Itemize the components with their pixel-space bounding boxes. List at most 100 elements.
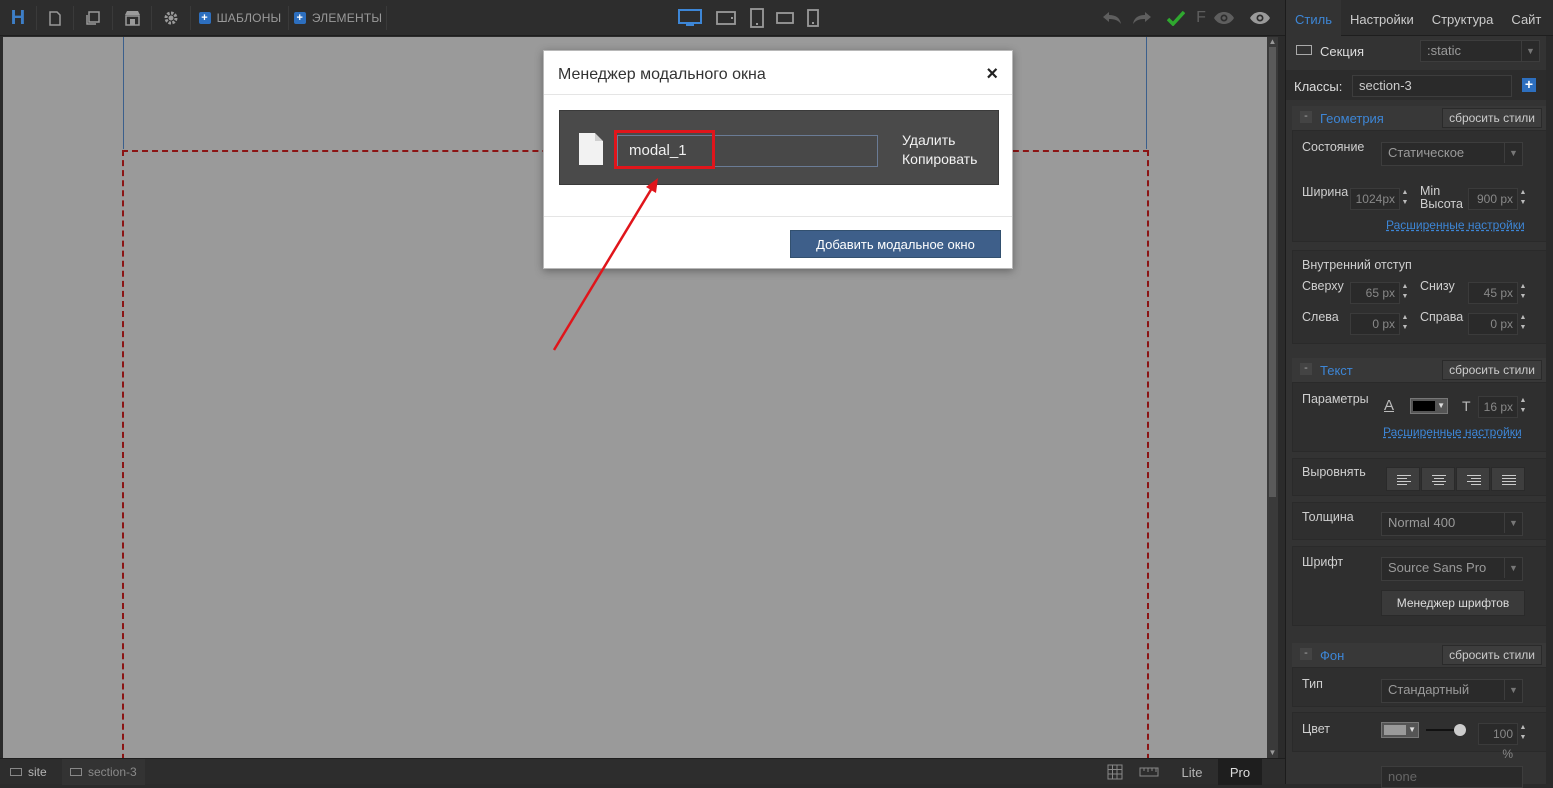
scroll-down-icon[interactable]: ▼ [1267,748,1278,758]
panel-scrollbar[interactable] [1546,36,1553,784]
eye-icon[interactable] [1246,0,1274,36]
class-input[interactable]: section-3 [1352,75,1512,97]
collapse-icon[interactable]: - [1300,363,1312,375]
width-stepper-icon[interactable]: ▲ ▼ [1400,188,1410,210]
gear-icon[interactable] [156,0,186,36]
breadcrumb-label: site [28,765,47,779]
min-height-stepper-icon[interactable]: ▲ ▼ [1518,188,1528,210]
geometry-header[interactable]: - Геометрия сбросить стили [1292,106,1548,130]
redo-icon[interactable] [1128,0,1156,36]
font-size-input[interactable]: 16 px [1478,396,1518,418]
state-select[interactable]: Статическое ▼ [1381,142,1523,166]
text-header[interactable]: - Текст сбросить стили [1292,358,1548,382]
weight-label: Толщина [1302,510,1354,524]
desktop-view-icon[interactable] [676,0,704,36]
min-height-input[interactable]: 900 px [1468,188,1518,210]
bottom-bar: site section-3 Lite Pro [0,758,1285,785]
modal-manager-dialog: Менеджер модального окна × modal_1 Удали… [543,50,1013,269]
stepper-icon[interactable]: ▲ ▼ [1518,396,1528,418]
font-select[interactable]: Source Sans Pro ▼ [1381,557,1523,581]
bg-type-label: Тип [1302,677,1323,691]
grid-icon[interactable] [1102,759,1128,785]
stepper-icon[interactable]: ▲ ▼ [1518,313,1528,335]
tab-structure[interactable]: Структура [1423,0,1503,36]
lite-mode-button[interactable]: Lite [1170,759,1214,785]
scroll-up-icon[interactable]: ▲ [1267,37,1278,47]
text-advanced-link[interactable]: Расширенные настройки [1383,425,1522,439]
tab-site[interactable]: Сайт [1502,0,1550,36]
stepper-icon[interactable]: ▲ ▼ [1518,723,1528,745]
padding-top-label: Сверху [1302,279,1344,293]
position-select[interactable]: :static ▼ [1420,40,1540,62]
tablet-landscape-icon[interactable] [712,0,740,36]
divider [112,6,113,30]
stepper-icon[interactable]: ▲ ▼ [1400,282,1410,304]
opacity-input[interactable]: 100 % [1478,723,1518,761]
templates-button[interactable]: + ШАБЛОНЫ [198,0,281,36]
font-size-icon: T [1462,398,1471,414]
scrollbar-thumb[interactable] [1269,47,1276,497]
store-icon[interactable] [117,0,147,36]
plus-icon: + [293,12,306,24]
ruler-icon[interactable] [1134,759,1164,785]
bg-type-select[interactable]: Стандартный ▼ [1381,679,1523,703]
item-actions: Удалить Копировать [902,131,977,169]
copy-link[interactable]: Копировать [902,150,977,169]
collapse-icon[interactable]: - [1300,111,1312,123]
text-color-picker[interactable]: ▼ [1410,398,1448,414]
close-icon[interactable]: × [986,63,998,86]
new-page-icon[interactable] [40,0,70,36]
align-justify-icon[interactable] [1491,467,1525,491]
bg-color-picker[interactable]: ▼ [1381,722,1419,738]
add-modal-button[interactable]: Добавить модальное окно [790,230,1001,258]
panel-tabs: Стиль Настройки Структура Сайт [1286,0,1553,36]
document-icon [579,133,603,165]
bg-image-input[interactable]: none [1381,766,1523,788]
app-logo[interactable]: H [0,0,36,36]
align-label: Выровнять [1302,465,1366,479]
font-manager-button[interactable]: Менеджер шрифтов [1381,590,1525,616]
preview-eye-icon[interactable] [1210,0,1238,36]
padding-top-input[interactable]: 65 px [1350,282,1400,304]
tab-style[interactable]: Стиль [1286,0,1341,36]
geometry-advanced-link[interactable]: Расширенные настройки [1386,218,1525,232]
dialog-header: Менеджер модального окна × [544,51,1012,95]
background-title: Фон [1320,648,1345,663]
publish-check-icon[interactable] [1162,0,1190,36]
geometry-title: Геометрия [1320,111,1384,126]
stepper-icon[interactable]: ▲ ▼ [1518,282,1528,304]
weight-select[interactable]: Normal 400 ▼ [1381,512,1523,536]
padding-bottom-input[interactable]: 45 px [1468,282,1518,304]
reset-styles-button[interactable]: сбросить стили [1442,108,1542,128]
pages-icon[interactable] [78,0,108,36]
collapse-icon[interactable]: - [1300,648,1312,660]
delete-link[interactable]: Удалить [902,131,977,150]
stepper-icon[interactable]: ▲ ▼ [1400,313,1410,335]
padding-right-input[interactable]: 0 px [1468,313,1518,335]
block-icon [70,768,82,776]
breadcrumb-site[interactable]: site [10,759,47,785]
divider [36,6,37,30]
elements-button[interactable]: + ЭЛЕМЕНТЫ [293,0,382,36]
pro-mode-button[interactable]: Pro [1218,759,1262,785]
align-left-icon[interactable] [1386,467,1420,491]
canvas-scrollbar[interactable]: ▲ ▼ [1267,37,1278,758]
phone-portrait-icon[interactable] [799,0,827,36]
width-input[interactable]: 1024px [1350,188,1400,210]
text-color-icon[interactable]: A [1384,397,1394,414]
plus-icon: + [198,12,211,24]
align-right-icon[interactable] [1456,467,1490,491]
padding-left-input[interactable]: 0 px [1350,313,1400,335]
tab-settings[interactable]: Настройки [1341,0,1423,36]
breadcrumb-section[interactable]: section-3 [62,759,145,785]
reset-styles-button[interactable]: сбросить стили [1442,645,1542,665]
background-header[interactable]: - Фон сбросить стили [1292,643,1548,667]
tablet-portrait-icon[interactable] [743,0,771,36]
undo-icon[interactable] [1098,0,1126,36]
phone-landscape-icon[interactable] [771,0,799,36]
opacity-slider-handle[interactable] [1454,724,1466,736]
add-class-icon[interactable]: + [1522,77,1536,92]
align-center-icon[interactable] [1421,467,1455,491]
f-icon[interactable]: F [1194,0,1208,36]
reset-styles-button[interactable]: сбросить стили [1442,360,1542,380]
